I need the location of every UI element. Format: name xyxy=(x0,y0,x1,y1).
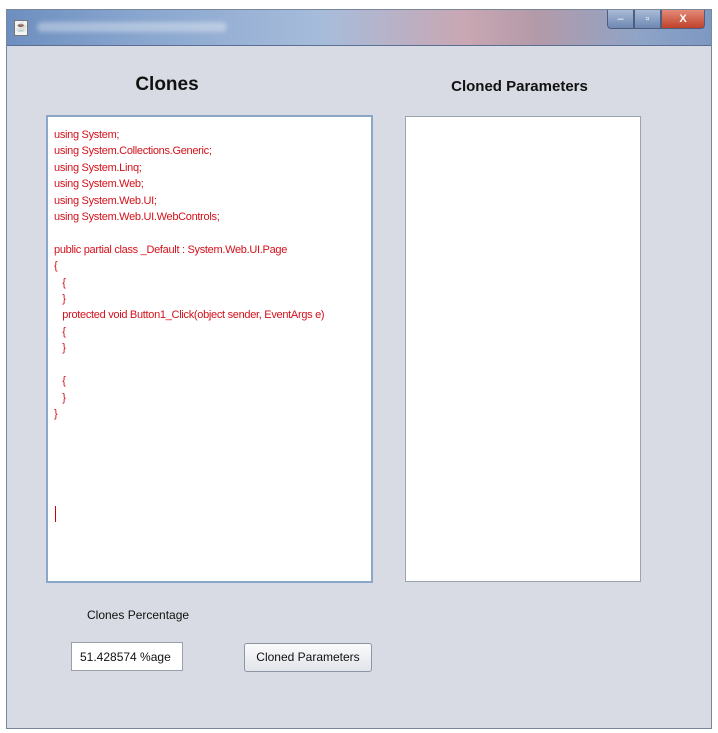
title-bar[interactable]: ☕ ‒ ▫ X xyxy=(7,10,711,46)
clones-percentage-field[interactable]: 51.428574 %age xyxy=(71,642,183,671)
cloned-parameters-button[interactable]: Cloned Parameters xyxy=(244,643,372,672)
clones-heading: Clones xyxy=(135,74,199,95)
close-button[interactable]: X xyxy=(661,10,705,29)
cloned-parameters-heading: Cloned Parameters xyxy=(451,78,588,95)
window-controls: ‒ ▫ X xyxy=(607,10,705,30)
java-app-icon: ☕ xyxy=(14,20,28,36)
window-title xyxy=(37,22,227,32)
app-window: ☕ ‒ ▫ X Clones Cloned Parameters using S… xyxy=(6,9,712,729)
code-text: using System; using System.Collections.G… xyxy=(54,129,325,420)
minimize-button[interactable]: ‒ xyxy=(607,10,634,29)
cloned-parameters-textarea[interactable] xyxy=(405,116,641,582)
clones-percentage-label: Clones Percentage xyxy=(87,608,190,622)
clones-code-textarea[interactable]: using System; using System.Collections.G… xyxy=(46,115,373,583)
maximize-button[interactable]: ▫ xyxy=(634,10,661,29)
text-caret xyxy=(55,506,56,522)
